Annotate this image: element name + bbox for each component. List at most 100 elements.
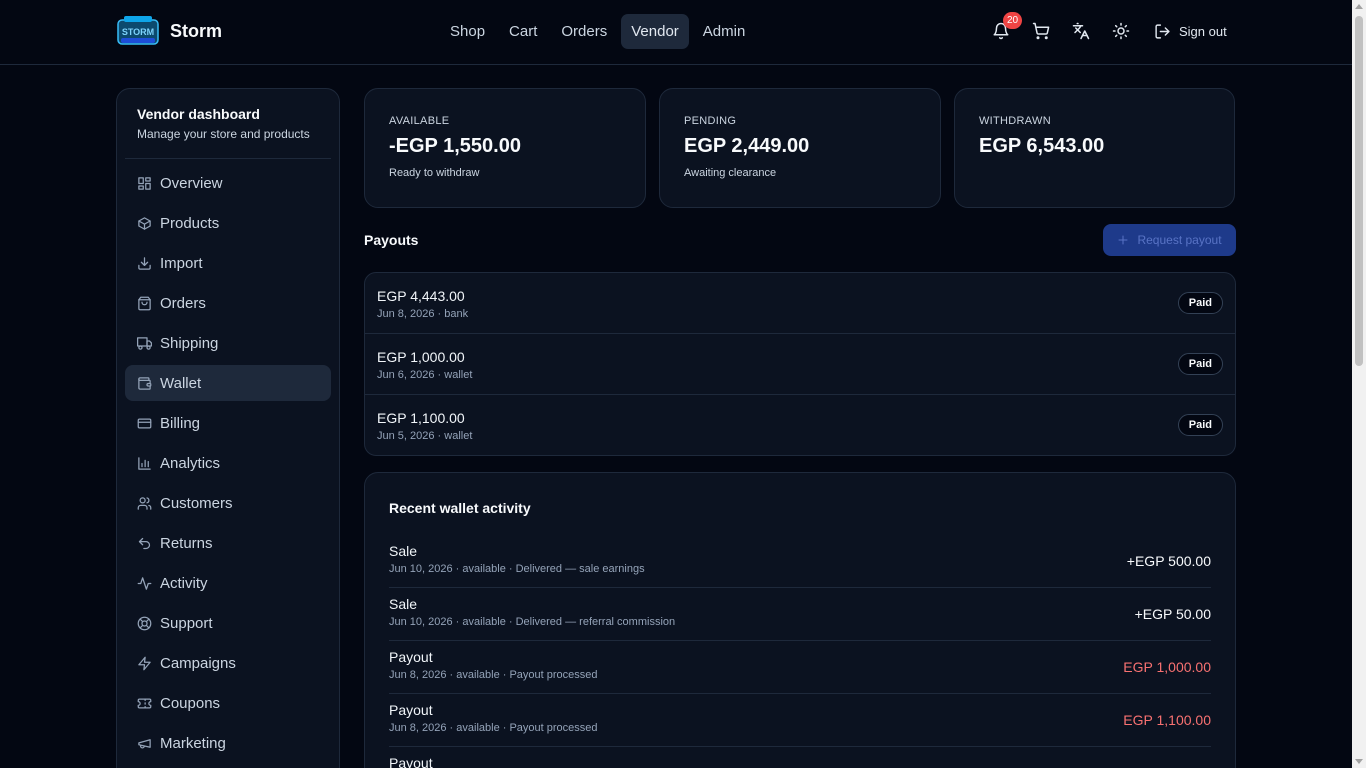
sidebar-item-analytics[interactable]: Analytics <box>125 445 331 481</box>
sidebar-item-shipping[interactable]: Shipping <box>125 325 331 361</box>
status-badge: Paid <box>1177 292 1223 314</box>
credit-card-icon <box>137 418 152 428</box>
stat-note: Ready to withdraw <box>389 167 480 179</box>
request-payout-label: Request payout <box>1137 233 1222 247</box>
shopping-bag-icon <box>138 296 151 310</box>
wallet-icon <box>138 376 152 390</box>
language-button[interactable] <box>1068 18 1094 44</box>
activity-amount: EGP 1,000.00 <box>1123 659 1211 675</box>
activity-meta: Jun 10, 2026 · available · Delivered — s… <box>389 563 645 575</box>
request-payout-button[interactable]: Request payout <box>1103 224 1236 256</box>
activity-row: Sale Jun 10, 2026 · available · Delivere… <box>389 588 1211 641</box>
payouts-title: Payouts <box>364 232 419 248</box>
nav-vendor[interactable]: Vendor <box>621 14 689 49</box>
sidebar-item-support[interactable]: Support <box>125 605 331 641</box>
page-scrollbar[interactable] <box>1352 0 1366 768</box>
sign-out-button[interactable]: Sign out <box>1154 23 1227 40</box>
status-badge: Paid <box>1177 414 1223 436</box>
sidebar-item-marketing[interactable]: Marketing <box>125 725 331 761</box>
theme-toggle-button[interactable] <box>1108 18 1134 44</box>
zap-icon <box>138 656 151 670</box>
stat-note: Awaiting clearance <box>684 167 777 179</box>
sidebar-item-products[interactable]: Products <box>125 205 331 241</box>
stat-value: EGP 2,449.00 <box>684 135 810 157</box>
payout-row[interactable]: EGP 1,000.00 Jun 6, 2026 · wallet Paid <box>365 334 1235 395</box>
payout-row[interactable]: EGP 4,443.00 Jun 8, 2026 · bank Paid <box>365 273 1235 334</box>
sidebar-item-label: Orders <box>160 294 206 312</box>
lifebuoy-icon <box>137 616 152 630</box>
payout-amount: EGP 4,443.00 <box>377 288 465 304</box>
users-icon <box>137 496 152 510</box>
activity-meta: Jun 10, 2026 · available · Delivered — r… <box>389 616 676 628</box>
nav-orders[interactable]: Orders <box>551 14 617 49</box>
ticket-icon <box>137 698 152 708</box>
stat-card-pending: PENDING EGP 2,449.00 Awaiting clearance <box>659 88 941 208</box>
sidebar-item-label: Products <box>160 214 220 232</box>
sidebar-item-overview[interactable]: Overview <box>125 165 331 201</box>
payouts-list: EGP 4,443.00 Jun 8, 2026 · bank Paid EGP… <box>364 272 1236 456</box>
scrollbar-thumb[interactable] <box>1355 16 1363 366</box>
sidebar-item-label: Activity <box>160 574 208 592</box>
sidebar-item-billing[interactable]: Billing <box>125 405 331 441</box>
pulse-icon <box>137 576 152 590</box>
top-header: STORM Storm Shop Cart Orders Vendor Admi… <box>0 0 1352 65</box>
sidebar-item-wallet[interactable]: Wallet <box>125 365 331 401</box>
activity-row: Payout Jun 8, 2026 · available · Payout … <box>389 694 1211 747</box>
sidebar-item-orders[interactable]: Orders <box>125 285 331 321</box>
notifications-button[interactable]: 20 <box>988 12 1023 44</box>
sign-out-icon <box>1155 23 1170 39</box>
sidebar-item-label: Returns <box>160 534 213 552</box>
sidebar-item-label: Support <box>160 614 213 632</box>
sidebar-item-label: Analytics <box>160 454 221 472</box>
nav-cart[interactable]: Cart <box>499 14 547 49</box>
payout-amount: EGP 1,100.00 <box>377 410 465 426</box>
stat-card-available: AVAILABLE -EGP 1,550.00 Ready to withdra… <box>364 88 646 208</box>
cart-button[interactable] <box>1028 18 1054 44</box>
grid-icon <box>138 176 151 190</box>
megaphone-icon <box>138 738 151 748</box>
sidebar-item-label: Shipping <box>160 334 219 352</box>
activity-row: Sale Jun 10, 2026 · available · Delivere… <box>389 535 1211 588</box>
payout-meta: Jun 5, 2026 · wallet <box>377 430 473 442</box>
notification-count-badge: 20 <box>1003 12 1023 29</box>
truck-icon <box>137 336 152 350</box>
sidebar-item-label: Customers <box>160 494 233 512</box>
payout-meta: Jun 6, 2026 · wallet <box>377 369 473 381</box>
plus-icon <box>1118 235 1128 245</box>
main-nav: Shop Cart Orders Vendor Admin <box>440 14 755 49</box>
sidebar-item-label: Billing <box>160 414 201 432</box>
nav-shop[interactable]: Shop <box>440 14 495 49</box>
cart-icon <box>1032 22 1050 40</box>
sign-out-label: Sign out <box>1179 23 1227 39</box>
scroll-up-arrow[interactable] <box>1355 4 1363 9</box>
stat-label: AVAILABLE <box>389 115 450 127</box>
activity-meta: Jun 8, 2026 · available · Payout process… <box>389 722 598 734</box>
activity-meta: Jun 8, 2026 · available · Payout process… <box>389 669 598 681</box>
sun-icon <box>1112 22 1130 40</box>
sidebar-item-import[interactable]: Import <box>125 245 331 281</box>
stat-value: -EGP 1,550.00 <box>389 135 521 157</box>
stat-label: PENDING <box>684 115 737 127</box>
header-actions: 20 Sign out <box>988 12 1227 44</box>
payout-row[interactable]: EGP 1,100.00 Jun 5, 2026 · wallet Paid <box>365 395 1235 455</box>
sidebar-item-label: Overview <box>160 174 223 192</box>
activity-title: Recent wallet activity <box>389 500 531 516</box>
logo-text: STORM <box>122 27 154 37</box>
scroll-down-arrow[interactable] <box>1355 759 1363 764</box>
brand-name: Storm <box>170 20 223 41</box>
sidebar-item-customers[interactable]: Customers <box>125 485 331 521</box>
activity-type: Payout <box>389 702 433 718</box>
sidebar-item-coupons[interactable]: Coupons <box>125 685 331 721</box>
activity-row: Payout <box>389 747 1211 768</box>
activity-amount: +EGP 500.00 <box>1126 553 1211 569</box>
sidebar-item-campaigns[interactable]: Campaigns <box>125 645 331 681</box>
payout-meta: Jun 8, 2026 · bank <box>377 308 469 320</box>
sidebar-item-activity[interactable]: Activity <box>125 565 331 601</box>
sidebar-item-returns[interactable]: Returns <box>125 525 331 561</box>
sidebar-divider <box>125 158 331 159</box>
activity-type: Payout <box>389 649 433 665</box>
stat-value: EGP 6,543.00 <box>979 135 1105 157</box>
nav-admin[interactable]: Admin <box>693 14 756 49</box>
stat-label: WITHDRAWN <box>979 115 1051 127</box>
brand[interactable]: STORM Storm <box>116 14 222 48</box>
